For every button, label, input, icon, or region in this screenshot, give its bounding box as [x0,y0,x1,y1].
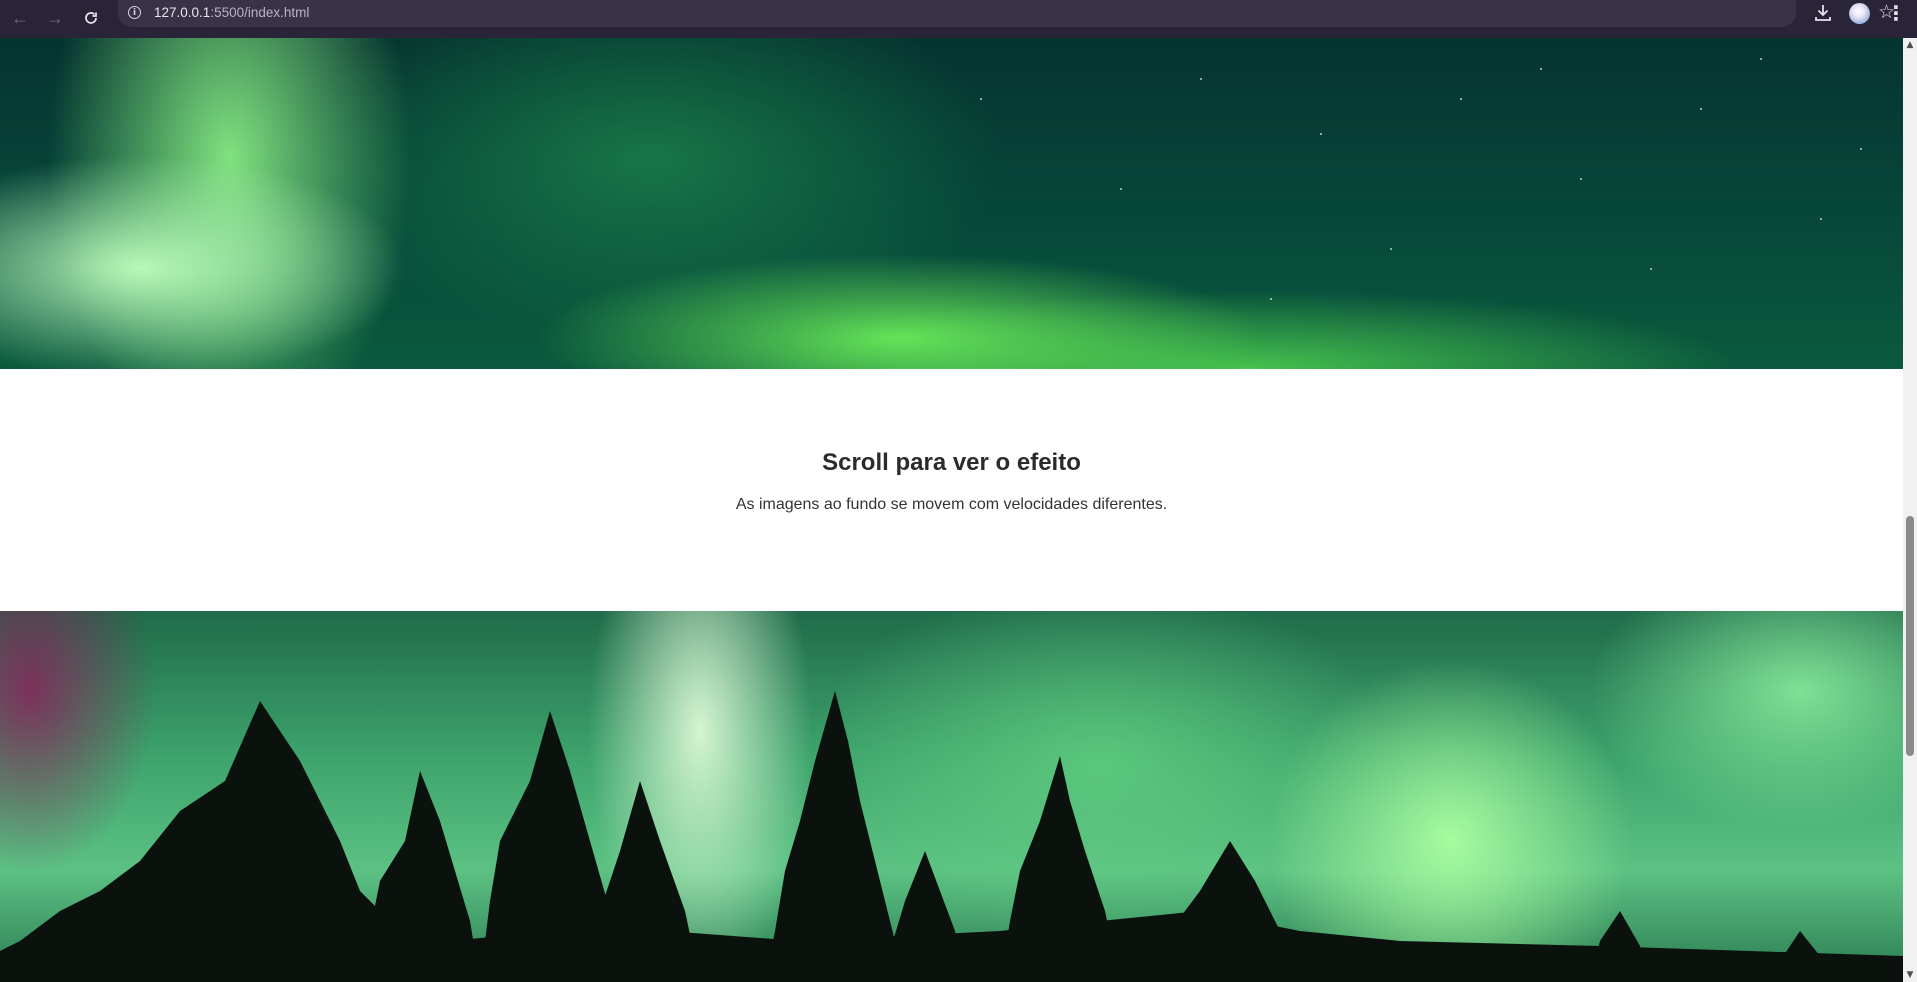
scrollbar-thumb[interactable] [1906,516,1914,756]
scroll-down-icon[interactable]: ▼ [1903,968,1917,982]
content-section: Scroll para ver o efeito As imagens ao f… [0,369,1903,611]
page-scrollbar[interactable]: ▲ ▼ [1903,38,1917,982]
scroll-up-icon[interactable]: ▲ [1903,38,1917,52]
aurora-image-top [0,38,1903,369]
page-description: As imagens ao fundo se movem com velocid… [735,496,1168,513]
url-host: 127.0.0.1 [154,5,211,20]
reload-button[interactable] [76,3,106,33]
arrow-right-icon: → [46,8,64,28]
more-vert-icon[interactable]: ⋮ [1886,0,1906,26]
browser-toolbar: ← → i 127.0.0.1:5500/index.html ☆ ⋮ [0,0,1917,38]
back-button[interactable]: ← [5,3,35,33]
forward-button[interactable]: → [40,3,70,33]
profile-avatar[interactable] [1849,3,1870,24]
aurora-forest-image [0,611,1903,982]
url-text[interactable]: 127.0.0.1:5500/index.html [154,5,309,20]
download-icon[interactable] [1812,2,1834,24]
site-info-icon[interactable]: i [128,6,141,19]
arrow-left-icon: ← [11,8,29,28]
page-heading: Scroll para ver o efeito [822,449,1081,476]
address-bar[interactable]: i 127.0.0.1:5500/index.html ☆ [118,0,1895,27]
tree-silhouettes [0,691,1903,982]
reload-icon [85,12,97,24]
url-path: :5500/index.html [210,5,310,20]
